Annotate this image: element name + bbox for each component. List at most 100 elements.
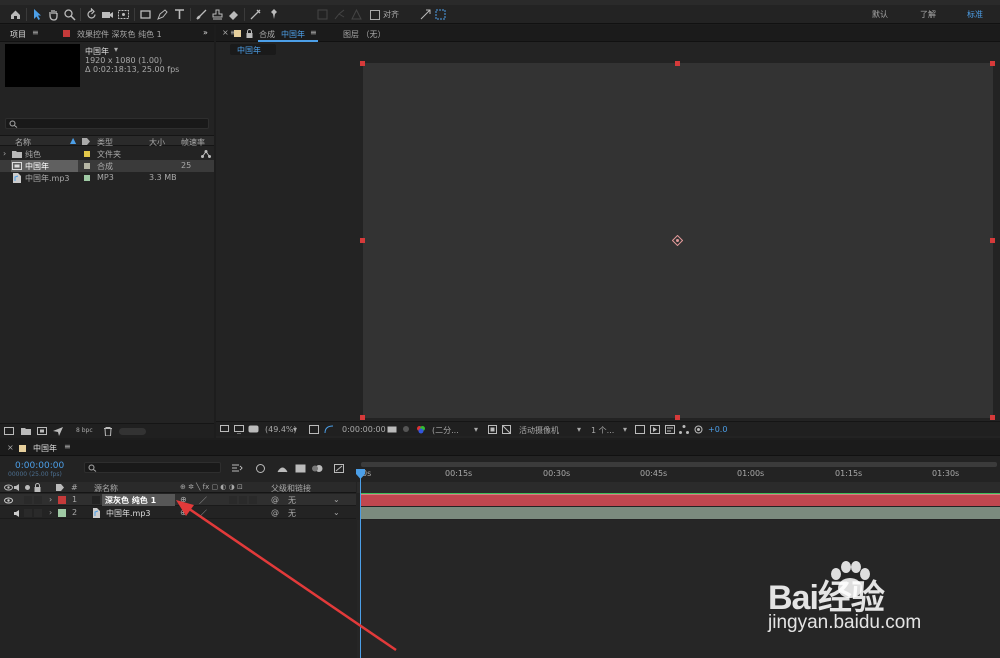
chevron-down-icon[interactable]: ▾ <box>474 425 478 434</box>
snapshot-camera-icon[interactable] <box>387 425 397 433</box>
pen-tool-icon[interactable] <box>156 8 169 21</box>
new-folder-icon[interactable] <box>21 427 31 435</box>
lock-icon[interactable] <box>246 29 253 38</box>
motion-blur-icon[interactable] <box>312 464 323 473</box>
timeline-current-time[interactable]: 0:00:00:00 <box>15 461 64 471</box>
snap-checkbox[interactable] <box>370 9 380 20</box>
timeline-search-input[interactable] <box>84 462 221 473</box>
work-area-bar[interactable] <box>357 482 1000 493</box>
tab-project[interactable]: 项目 <box>10 29 26 40</box>
trash-icon[interactable] <box>104 427 112 436</box>
rgb-channels-icon[interactable] <box>416 425 426 434</box>
region-of-interest-icon[interactable] <box>488 425 497 434</box>
project-item-folder[interactable]: › 纯色 文件夹 <box>0 148 214 160</box>
audio-speaker-icon[interactable] <box>14 510 22 517</box>
comp-mini-flowchart-icon[interactable] <box>232 464 243 473</box>
panel-menu-icon[interactable]: ≡ <box>64 442 71 451</box>
exposure-value[interactable]: +0.0 <box>708 425 727 434</box>
audio-speaker-icon[interactable] <box>14 484 22 491</box>
bounding-handle[interactable] <box>990 61 995 66</box>
bounding-handle[interactable] <box>360 415 365 420</box>
render-queue-icon[interactable] <box>53 427 63 436</box>
layer-name[interactable]: 深灰色 纯色 1 <box>105 495 156 506</box>
flowchart-icon[interactable] <box>679 425 689 434</box>
workspace-learn[interactable]: 了解 <box>920 9 936 20</box>
bounding-handle[interactable] <box>675 415 680 420</box>
always-preview-icon[interactable] <box>220 425 229 434</box>
draft-3d-icon[interactable] <box>255 463 266 474</box>
time-ruler[interactable]: 0s 00:15s 00:30s 00:45s 01:00s 01:15s 01… <box>357 460 1000 482</box>
workspace-standard[interactable]: 标准 <box>967 9 983 20</box>
fit-icon[interactable] <box>309 425 319 434</box>
chevron-down-icon[interactable]: ▾ <box>577 425 581 434</box>
col-size[interactable]: 大小 <box>149 137 165 148</box>
time-navigator[interactable] <box>361 462 997 467</box>
current-time-display[interactable]: 0:00:00:00 <box>342 425 386 434</box>
lock-box[interactable] <box>34 496 42 504</box>
text-tool-icon[interactable] <box>173 8 186 21</box>
toggle-pixel-aspect-icon[interactable] <box>635 425 645 434</box>
rotate-tool-icon[interactable] <box>85 8 98 21</box>
workspace-default[interactable]: 默认 <box>872 9 888 20</box>
eraser-tool-icon[interactable] <box>227 8 240 21</box>
solo-box[interactable] <box>24 496 32 504</box>
new-composition-icon[interactable] <box>37 427 47 435</box>
breadcrumb-comp-name[interactable]: 中国年 <box>237 45 261 56</box>
close-icon[interactable]: × <box>222 28 229 37</box>
camera-tool-icon[interactable] <box>101 8 114 21</box>
playhead-marker-icon[interactable] <box>356 469 365 479</box>
view-layout-dropdown[interactable]: 1 个... <box>591 425 614 436</box>
anchor-point-icon[interactable] <box>672 235 683 246</box>
lock-box[interactable] <box>34 509 42 517</box>
col-name[interactable]: 名称 <box>15 137 31 148</box>
bounding-handle[interactable] <box>675 61 680 66</box>
expand-arrow-icon[interactable]: › <box>3 149 6 158</box>
label-color-swatch[interactable] <box>84 163 90 169</box>
expand-arrow-icon[interactable]: › <box>49 508 52 517</box>
panel-overflow-icon[interactable]: » <box>203 28 208 37</box>
show-snapshot-icon[interactable] <box>401 425 411 433</box>
snap-grid-icon[interactable] <box>434 8 447 21</box>
layer-bar-1[interactable] <box>360 494 1000 506</box>
pan-behind-tool-icon[interactable] <box>117 8 130 21</box>
col-source-name[interactable]: 源名称 <box>94 483 118 494</box>
clone-stamp-tool-icon[interactable] <box>211 8 224 21</box>
transparency-grid-icon[interactable] <box>502 425 511 434</box>
project-item-audio[interactable]: 中国年.mp3 MP3 3.3 MB <box>0 172 214 184</box>
panel-menu-icon[interactable]: ≡ <box>32 28 39 37</box>
close-icon[interactable]: × <box>7 443 14 452</box>
bounding-handle[interactable] <box>360 238 365 243</box>
comp-breadcrumb[interactable]: 中国年 <box>230 44 276 55</box>
thumbnail-slider[interactable] <box>119 428 146 435</box>
layer-label-color[interactable] <box>58 509 66 517</box>
tab-composition[interactable]: 中国年 <box>281 29 305 40</box>
monitor-icon[interactable] <box>234 425 244 434</box>
layer-name[interactable]: 中国年.mp3 <box>106 508 151 519</box>
project-item-comp[interactable]: 中国年 合成 25 <box>0 160 214 172</box>
tab-effect-controls[interactable]: 效果控件 深灰色 纯色 1 <box>77 29 162 40</box>
label-tag-icon[interactable] <box>56 484 64 491</box>
chevron-down-icon[interactable]: ▾ <box>114 45 118 54</box>
snap-options-icon[interactable] <box>419 8 432 21</box>
roto-brush-tool-icon[interactable] <box>249 8 262 21</box>
mask-shape-path-icon[interactable] <box>324 425 334 434</box>
label-color-swatch[interactable] <box>84 175 90 181</box>
label-color-swatch[interactable] <box>84 151 90 157</box>
puppet-pin-tool-icon[interactable] <box>268 8 281 21</box>
solo-box[interactable] <box>24 509 32 517</box>
resolution-dropdown[interactable]: (二分... <box>432 425 459 436</box>
graph-editor-icon[interactable] <box>334 464 344 473</box>
zoom-level[interactable]: (49.4%) <box>265 425 297 434</box>
fast-previews-icon[interactable] <box>650 425 660 434</box>
home-icon[interactable] <box>9 8 22 21</box>
interpret-footage-icon[interactable] <box>4 427 14 435</box>
label-tag-icon[interactable] <box>82 138 90 145</box>
video-eye-icon[interactable] <box>4 484 13 491</box>
camera-view-dropdown[interactable]: 活动摄像机 <box>519 425 559 436</box>
chevron-down-icon[interactable]: ▾ <box>623 425 627 434</box>
bounding-handle[interactable] <box>360 61 365 66</box>
flowchart-icon[interactable] <box>201 150 211 158</box>
layer-bar-2[interactable] <box>360 507 1000 519</box>
rectangle-tool-icon[interactable] <box>139 8 152 21</box>
lock-icon[interactable] <box>34 483 41 492</box>
